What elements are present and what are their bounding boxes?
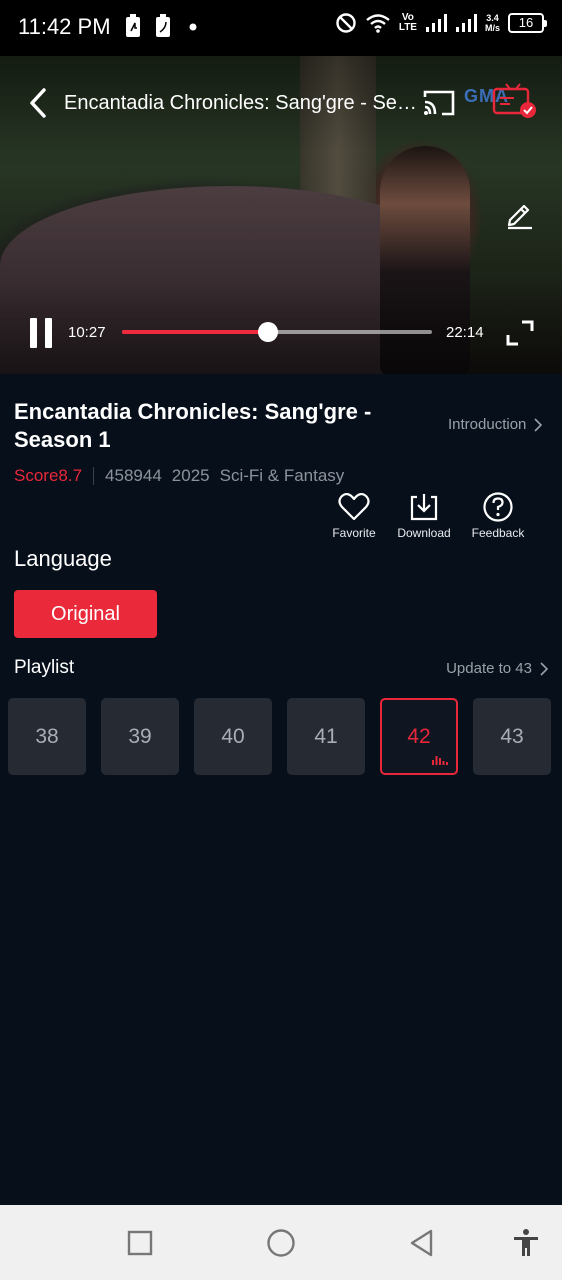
episode-tile[interactable]: 41 [287, 698, 365, 775]
current-time: 10:27 [68, 324, 106, 341]
accessibility-icon[interactable] [510, 1227, 542, 1259]
chevron-right-icon [540, 661, 548, 676]
home-circle-icon[interactable] [265, 1227, 297, 1259]
dot-icon [189, 23, 197, 31]
download-button[interactable]: Download [388, 492, 460, 540]
signal-icon [455, 14, 477, 32]
chevron-right-icon [534, 417, 543, 432]
episode-tile[interactable]: 39 [101, 698, 179, 775]
fullscreen-icon[interactable] [506, 320, 534, 346]
net-speed: 3.4 M/s [484, 13, 500, 33]
status-bar: 11:42 PM Vo LTE 3.4 M/s 16 [0, 0, 562, 56]
tv-program-icon[interactable] [490, 78, 538, 120]
video-player[interactable]: Encantadia Chronicles: Sang'gre - Season… [0, 56, 562, 374]
playlist-update-link[interactable]: Update to 43 [446, 660, 548, 677]
battery-saver-icon [156, 14, 170, 37]
genre: Sci-Fi & Fantasy [219, 466, 345, 485]
feedback-button[interactable]: Feedback [462, 492, 534, 540]
introduction-link[interactable]: Introduction [448, 416, 543, 433]
score: Score8.7 [14, 466, 83, 485]
language-heading: Language [14, 546, 112, 571]
heart-icon [338, 492, 370, 521]
seek-bar[interactable] [122, 322, 432, 342]
signal-icon [425, 14, 447, 32]
battery-saver-icon [126, 14, 140, 37]
player-title: Encantadia Chronicles: Sang'gre - Season… [64, 92, 424, 114]
edit-pencil-icon[interactable] [504, 198, 536, 230]
view-count: 458944 [105, 466, 162, 485]
playlist-heading: Playlist [14, 657, 75, 678]
show-meta: Score8.7 458944 2025 Sci-Fi & Fantasy [14, 466, 344, 486]
action-row: Favorite Download Feedback [326, 492, 562, 548]
episode-tile[interactable]: 43 [473, 698, 551, 775]
download-icon [410, 494, 438, 521]
divider [93, 467, 95, 485]
duration: 22:14 [446, 324, 484, 341]
do-not-disturb-icon [336, 13, 356, 33]
recents-square-icon[interactable] [124, 1227, 156, 1259]
episode-tile[interactable]: 38 [8, 698, 86, 775]
episode-list: 38 39 40 41 42 43 [8, 698, 551, 775]
system-nav-bar [0, 1205, 562, 1280]
back-triangle-icon[interactable] [406, 1227, 438, 1259]
episode-tile[interactable]: 40 [194, 698, 272, 775]
now-playing-icon [432, 756, 448, 765]
seek-progress [122, 330, 268, 334]
language-original-button[interactable]: Original [14, 590, 157, 638]
episode-tile-active[interactable]: 42 [380, 698, 458, 775]
question-icon [483, 492, 513, 522]
release-year: 2025 [171, 466, 210, 485]
favorite-button[interactable]: Favorite [318, 492, 390, 540]
pause-button[interactable] [28, 318, 54, 348]
cast-icon[interactable] [422, 88, 456, 118]
show-title: Encantadia Chronicles: Sang'gre - Season… [14, 399, 372, 452]
seek-handle[interactable] [257, 322, 278, 342]
status-time: 11:42 PM [18, 14, 111, 39]
back-arrow-icon[interactable] [24, 86, 52, 120]
wifi-icon [366, 14, 390, 33]
battery-indicator: 16 [508, 13, 547, 33]
